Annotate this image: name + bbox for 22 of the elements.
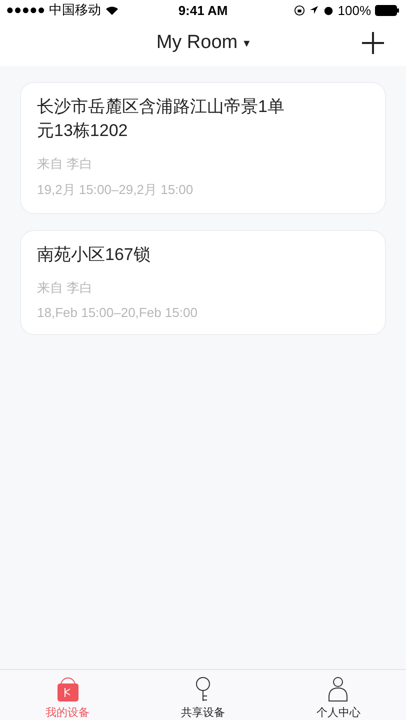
clock-text: 9:41 AM (178, 2, 228, 18)
carrier-text: ●●●●● 中国移动 (6, 1, 101, 19)
period-text: 19,2月 15:00–29,2月 15:00 (37, 181, 194, 199)
add-button[interactable] (360, 30, 386, 56)
sharer-text: 来自 李白 (37, 155, 94, 173)
sharer-text: 来自 李白 (37, 279, 94, 297)
tab[interactable]: 共享设备 (135, 670, 271, 720)
battery-text: 100% (338, 2, 371, 18)
wifi-icon (104, 4, 119, 16)
period-text: 18,Feb 15:00–20,Feb 15:00 (37, 305, 198, 320)
battery-icon (375, 4, 400, 16)
dropdown-caret[interactable]: ▾ (244, 36, 250, 50)
location-icon (308, 5, 319, 15)
room-title[interactable]: My Room (156, 32, 238, 54)
lock-rotation-icon (294, 4, 305, 16)
room-card[interactable]: 长沙市岳麓区含浦路江山帝景1单元13栋1202 来自 李白 19,2月 15:00–29,2月 15:00 (20, 82, 386, 214)
room-name: 长沙市岳麓区含浦路江山帝景1单元13栋1202 (37, 96, 286, 142)
room-name: 南苑小区167锁 (37, 244, 152, 266)
bag-icon (56, 676, 80, 702)
room-card[interactable]: 南苑小区167锁 来自 李白 18,Feb 15:00–20,Feb 15:00 (20, 230, 386, 335)
person-icon (327, 676, 350, 702)
tab[interactable]: 个人中心 (270, 670, 406, 720)
